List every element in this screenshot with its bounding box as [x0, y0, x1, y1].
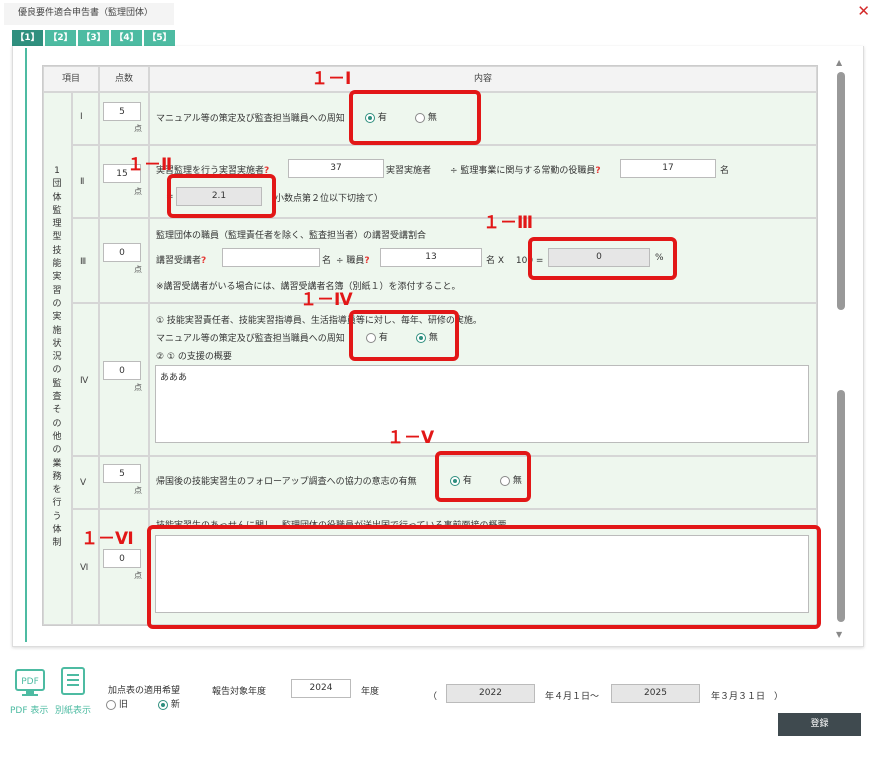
tab-5[interactable]: 【5】 [144, 30, 175, 46]
row2-staff-count[interactable]: 17 [620, 159, 716, 178]
row4-score-field[interactable]: 0 [103, 361, 141, 380]
row3-label2-text: ÷ 職員 [336, 256, 365, 266]
scrollbar-thumb-secondary[interactable] [837, 390, 845, 622]
register-button[interactable]: 登録 [778, 713, 861, 736]
row4-point-unit: 点 [134, 383, 142, 392]
row1-point-unit: 点 [134, 124, 142, 133]
row2-trainee-count[interactable]: 37 [288, 159, 384, 178]
annotation-box-3 [528, 237, 677, 280]
open-paren: （ [428, 692, 438, 702]
scroll-down-icon[interactable]: ▼ [836, 630, 842, 639]
tab-bar: 【1】 【2】 【3】 【4】 【5】 [12, 30, 175, 46]
annotation-box-1 [349, 90, 481, 145]
header-item: 項目 [43, 66, 99, 92]
annotation-label-1: １－Ⅰ [311, 69, 352, 89]
radio-new[interactable]: 新 [158, 697, 180, 710]
pdf-icon-text: PDF [21, 677, 39, 687]
row1-roman-cell [72, 92, 99, 145]
row3-heading: 監理団体の職員（監理責任者を除く、監査担当者）の講習受講割合 [156, 231, 427, 241]
row5-roman: Ⅴ [80, 478, 87, 488]
help-icon[interactable]: ? [364, 256, 369, 266]
radio-old-label: 旧 [118, 700, 128, 710]
tab-1[interactable]: 【1】 [12, 30, 43, 46]
year-input[interactable]: 2024 [291, 679, 351, 698]
annotation-box-5 [435, 451, 531, 502]
annotation-label-2: １－Ⅱ [127, 155, 173, 175]
row2-note: （小数点第２位以下切捨て） [266, 194, 384, 204]
row4-line3: ② ① の支援の概要 [156, 352, 232, 362]
tab-3[interactable]: 【3】 [78, 30, 109, 46]
row2-roman: Ⅱ [80, 177, 85, 187]
row3-label2: ÷ 職員? [336, 253, 370, 266]
scroll-up-icon[interactable]: ▲ [836, 58, 842, 67]
window-title: 優良要件適合申告書（監理団体） [4, 3, 174, 25]
scrollbar-thumb[interactable] [837, 72, 845, 310]
pdf-view-link[interactable]: PDF 表示 [10, 703, 48, 716]
row3-score-field[interactable]: 0 [103, 243, 141, 262]
tab-4[interactable]: 【4】 [111, 30, 142, 46]
help-icon[interactable]: ? [595, 166, 600, 176]
radio-selected-icon [158, 699, 168, 710]
row6-point-unit: 点 [134, 571, 142, 580]
help-icon[interactable]: ? [201, 256, 206, 266]
accent-line [25, 48, 27, 642]
annotation-label-6: １－Ⅵ [81, 529, 134, 549]
pdf-icon[interactable]: PDF [14, 668, 46, 701]
radio-new-label: 新 [170, 700, 180, 710]
sheet-view-link[interactable]: 別紙表示 [55, 703, 91, 716]
row3-point-unit: 点 [134, 265, 142, 274]
period-from-suffix: 年４月１日〜 [545, 692, 600, 702]
year-label: 報告対象年度 [212, 687, 267, 697]
row3-attendee-count[interactable] [222, 248, 320, 267]
header-score: 点数 [99, 66, 149, 92]
period-to-year: 2025 [611, 684, 700, 703]
row4-roman: Ⅳ [80, 376, 89, 386]
row2-label3: ÷ 監理事業に関与する常勤の役職員? [450, 163, 601, 176]
row4-line2: マニュアル等の策定及び監査担当職員への周知 [156, 334, 345, 344]
row2-label3-text: ÷ 監理事業に関与する常勤の役職員 [450, 166, 596, 176]
radio-empty-icon [106, 699, 116, 710]
radio-old[interactable]: 旧 [106, 697, 128, 710]
row3-staff-count[interactable]: 13 [380, 248, 482, 267]
row4-summary-textarea[interactable]: あああ [155, 365, 809, 443]
row2-label2: 実習実施者 [386, 166, 432, 176]
row1-score-field[interactable]: 5 [103, 102, 141, 121]
tab-2[interactable]: 【2】 [45, 30, 76, 46]
annotation-label-5: １－Ⅴ [387, 428, 435, 448]
annotation-box-4 [349, 310, 459, 361]
row3-roman: Ⅲ [80, 257, 87, 267]
row5-point-unit: 点 [134, 486, 142, 495]
row3-label1: 講習受講者? [156, 253, 206, 266]
sheet-icon[interactable] [60, 666, 86, 699]
period-to-suffix: 年３月３１日 [711, 692, 766, 702]
category-label: 1団体監理型技能実習の実施状況の監査その他の業務を行う体制 [52, 166, 62, 549]
row2-unit: 名 [720, 166, 730, 176]
row1-roman: Ⅰ [80, 112, 83, 122]
annotation-box-6 [147, 525, 821, 629]
annotation-label-3: １－Ⅲ [483, 213, 534, 233]
row2-roman-cell [72, 145, 99, 218]
row5-label: 帰国後の技能実習生のフォローアップ調査への協力の意志の有無 [156, 477, 417, 487]
close-paren: ） [774, 692, 784, 702]
close-icon[interactable]: ✕ [857, 2, 870, 20]
header-content: 内容 [149, 66, 817, 92]
period-from-year: 2022 [446, 684, 535, 703]
annotation-box-2 [167, 174, 276, 218]
row3-unit: 名 [322, 256, 332, 266]
year-unit: 年度 [361, 687, 380, 697]
row3-label1-text: 講習受講者 [156, 256, 202, 266]
row5-score-field[interactable]: 5 [103, 464, 141, 483]
row2-point-unit: 点 [134, 187, 142, 196]
row6-score-field[interactable]: 0 [103, 549, 141, 568]
bonus-label: 加点表の適用希望 [108, 686, 181, 696]
row6-roman: Ⅵ [80, 563, 89, 573]
annotation-label-4: １－Ⅳ [300, 290, 353, 310]
row1-label: マニュアル等の策定及び監査担当職員への周知 [156, 114, 345, 124]
